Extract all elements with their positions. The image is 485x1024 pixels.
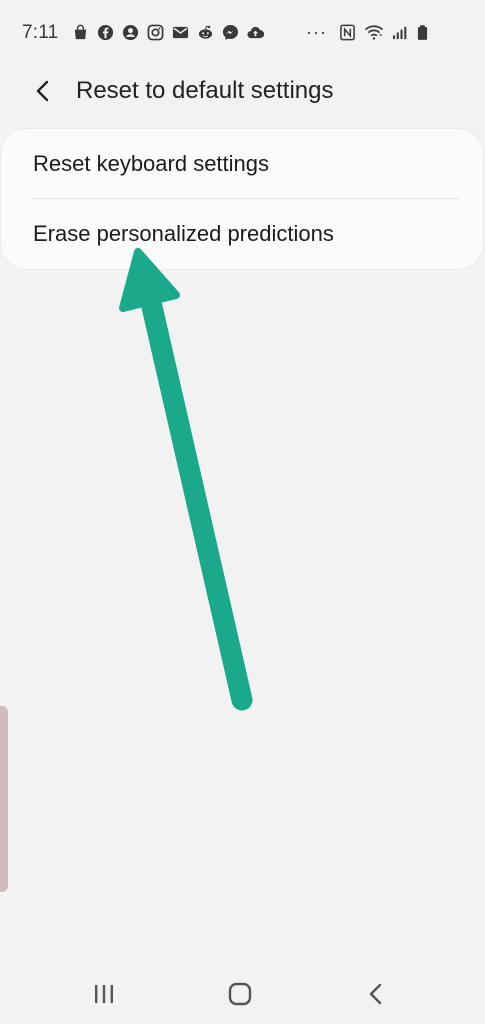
nav-back-button[interactable] [356,976,396,1012]
messenger-icon [222,24,239,40]
edge-panel-handle[interactable] [0,706,8,892]
wifi-icon [364,24,384,40]
cloud-upload-icon [247,26,264,38]
more-notifications-indicator: ··· [306,22,327,42]
mail-icon [172,26,189,38]
account-circle-icon [122,24,139,40]
settings-card: Reset keyboard settings Erase personaliz… [1,129,483,269]
erase-personalized-predictions-item[interactable]: Erase personalized predictions [1,199,483,269]
back-button[interactable] [26,74,60,108]
home-icon [228,982,252,1006]
nfc-icon [340,24,355,40]
recent-apps-button[interactable] [84,976,124,1012]
instagram-icon [147,24,164,40]
recent-apps-icon [95,985,113,1003]
reset-keyboard-settings-label: Reset keyboard settings [33,151,270,176]
erase-personalized-predictions-label: Erase personalized predictions [33,221,334,246]
back-icon [369,983,382,1005]
status-time: 7:11 [22,22,59,43]
reddit-icon [198,25,213,39]
battery-icon [417,24,428,40]
signal-icon [392,26,407,39]
app-header: Reset to default settings [0,64,485,120]
notification-icons [72,23,264,41]
facebook-icon [97,24,114,40]
status-bar: 7:11 ··· [0,0,485,64]
navigation-bar [0,960,485,1024]
shopping-bag-icon [74,24,87,39]
page-title: Reset to default settings [76,77,334,104]
chevron-left-icon [36,80,49,102]
reset-keyboard-settings-item[interactable]: Reset keyboard settings [1,129,483,199]
arrow-shaft [139,287,253,711]
home-button[interactable] [220,976,260,1012]
system-status-icons: ··· [306,22,428,42]
